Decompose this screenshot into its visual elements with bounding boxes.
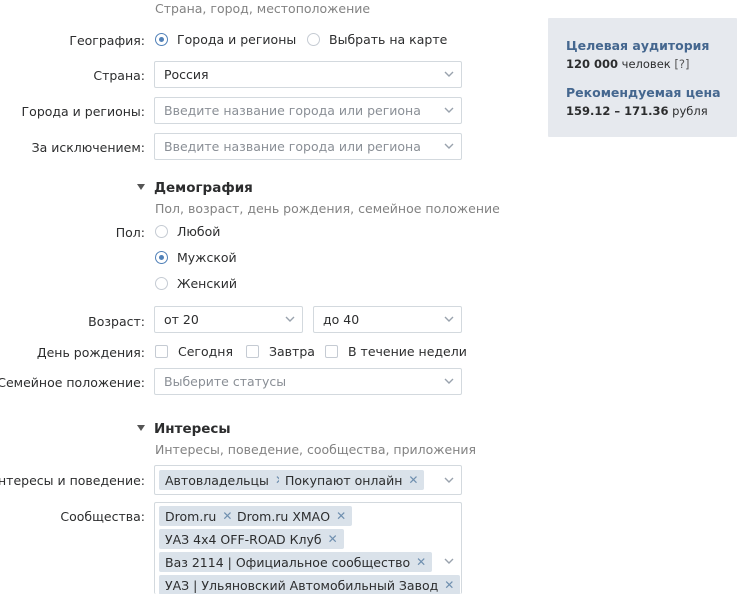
geo-hint: Страна, город, местоположение [155, 1, 371, 16]
communities-label: Сообщества: [60, 509, 145, 524]
checkbox-label: Завтра [269, 344, 315, 359]
behavior-label: Интересы и поведение: [0, 473, 145, 488]
tag-online-shoppers: Покупают онлайн ✕ [279, 470, 425, 490]
age-from-select[interactable]: от 20 [154, 306, 303, 333]
chevron-down-icon [444, 71, 454, 79]
birthday-label: День рождения: [36, 345, 145, 360]
tag-label: УАЗ | Ульяновский Автомобильный Завод [165, 577, 439, 593]
audience-unit: человек [621, 57, 671, 71]
chevron-down-icon [444, 477, 454, 485]
tag-car-owners: Автовладельцы✕ [159, 470, 291, 490]
tag-label: Drom.ru [165, 508, 217, 524]
checkbox-icon [325, 345, 338, 358]
price-title: Рекомендуемая цена [566, 85, 721, 100]
chevron-down-icon [444, 143, 454, 151]
age-to-value: до 40 [323, 312, 360, 327]
chevron-down-icon [444, 107, 454, 115]
age-label: Возраст: [88, 314, 145, 329]
audience-count-line: 120 000 человек [?] [566, 57, 689, 71]
demography-hint: Пол, возраст, день рождения, семейное по… [155, 201, 500, 216]
geography-label: География: [69, 33, 145, 48]
radio-empty-icon [307, 33, 320, 46]
radio-gender-female[interactable]: Женский [155, 276, 237, 291]
age-to-select[interactable]: до 40 [313, 306, 462, 333]
country-label: Страна: [93, 68, 145, 83]
remove-icon[interactable]: ✕ [444, 579, 454, 591]
demography-title: Демография [154, 180, 253, 196]
interests-title: Интересы [154, 421, 231, 437]
price-range: 159.12 – 171.36 [566, 104, 669, 118]
tag-label: Покупают онлайн [285, 472, 403, 488]
radio-label: Женский [177, 276, 237, 291]
tag-community: Ваз 2114 | Официальное сообщество ✕ [159, 552, 433, 572]
tag-community: Drom.ru ХМАО ✕ [231, 506, 353, 526]
chevron-down-icon [444, 316, 454, 324]
radio-label: Мужской [177, 250, 237, 265]
radio-empty-icon [155, 225, 168, 238]
tag-community: УАЗ | Ульяновский Автомобильный Завод ✕ [159, 575, 461, 594]
radio-selected-icon [155, 33, 168, 46]
triangle-down-icon [137, 184, 145, 190]
chevron-down-icon [444, 558, 454, 566]
remove-icon[interactable]: ✕ [336, 510, 346, 522]
tag-label: УАЗ 4x4 OFF-ROAD Клуб [165, 531, 322, 547]
cities-placeholder: Введите название города или региона [164, 103, 421, 118]
radio-empty-icon [155, 277, 168, 290]
except-placeholder: Введите название города или региона [164, 139, 421, 154]
remove-icon[interactable]: ✕ [328, 533, 338, 545]
price-unit: рубля [672, 104, 708, 118]
except-label: За исключением: [31, 140, 145, 155]
radio-label: Города и регионы [177, 32, 297, 47]
audience-title: Целевая аудитория [566, 38, 710, 53]
country-select[interactable]: Россия [154, 61, 462, 88]
checkbox-label: В течение недели [348, 344, 467, 359]
tag-label: Автовладельцы [165, 472, 269, 488]
interests-section-toggle[interactable]: Интересы [137, 421, 231, 437]
audience-summary-panel: Целевая аудитория 120 000 человек [?] Ре… [548, 18, 737, 137]
marital-label: Семейное положение: [0, 375, 145, 390]
checkbox-today[interactable]: Сегодня [155, 344, 233, 359]
cities-select[interactable]: Введите название города или региона [154, 97, 462, 124]
country-value: Россия [164, 67, 209, 82]
audience-help-link[interactable]: [?] [674, 57, 689, 71]
gender-label: Пол: [115, 225, 145, 240]
radio-choose-on-map[interactable]: Выбрать на карте [307, 32, 447, 47]
tag-label: Ваз 2114 | Официальное сообщество [165, 554, 411, 570]
demography-section-toggle[interactable]: Демография [137, 180, 253, 196]
radio-label: Выбрать на карте [329, 32, 448, 47]
interests-hint: Интересы, поведение, сообщества, приложе… [155, 442, 477, 457]
checkbox-week[interactable]: В течение недели [325, 344, 467, 359]
tag-community: Drom.ru ✕ [159, 506, 239, 526]
checkbox-tomorrow[interactable]: Завтра [246, 344, 315, 359]
tag-community: УАЗ 4x4 OFF-ROAD Клуб ✕ [159, 529, 344, 549]
checkbox-icon [155, 345, 168, 358]
radio-selected-icon [155, 251, 168, 264]
radio-label: Любой [177, 224, 221, 239]
radio-gender-any[interactable]: Любой [155, 224, 220, 239]
marital-placeholder: Выберите статусы [164, 374, 287, 389]
chevron-down-icon [285, 316, 295, 324]
behavior-tags-input[interactable]: Автовладельцы✕ Покупают онлайн ✕ [154, 465, 462, 495]
remove-icon[interactable]: ✕ [416, 556, 426, 568]
chevron-down-icon [444, 378, 454, 386]
tag-label: Drom.ru ХМАО [237, 508, 331, 524]
marital-select[interactable]: Выберите статусы [154, 368, 462, 395]
checkbox-label: Сегодня [178, 344, 233, 359]
checkbox-icon [246, 345, 259, 358]
radio-gender-male[interactable]: Мужской [155, 250, 237, 265]
except-select[interactable]: Введите название города или региона [154, 133, 462, 160]
triangle-down-icon [137, 425, 145, 431]
communities-tags-input[interactable]: Drom.ru ✕ Drom.ru ХМАО ✕ УАЗ 4x4 OFF-ROAD … [154, 502, 462, 594]
cities-label: Города и регионы: [21, 104, 145, 119]
radio-cities-regions[interactable]: Города и регионы [155, 32, 296, 47]
audience-count: 120 000 [566, 57, 619, 71]
price-line: 159.12 – 171.36 рубля [566, 104, 708, 118]
remove-icon[interactable]: ✕ [408, 474, 418, 486]
age-from-value: от 20 [164, 312, 199, 327]
